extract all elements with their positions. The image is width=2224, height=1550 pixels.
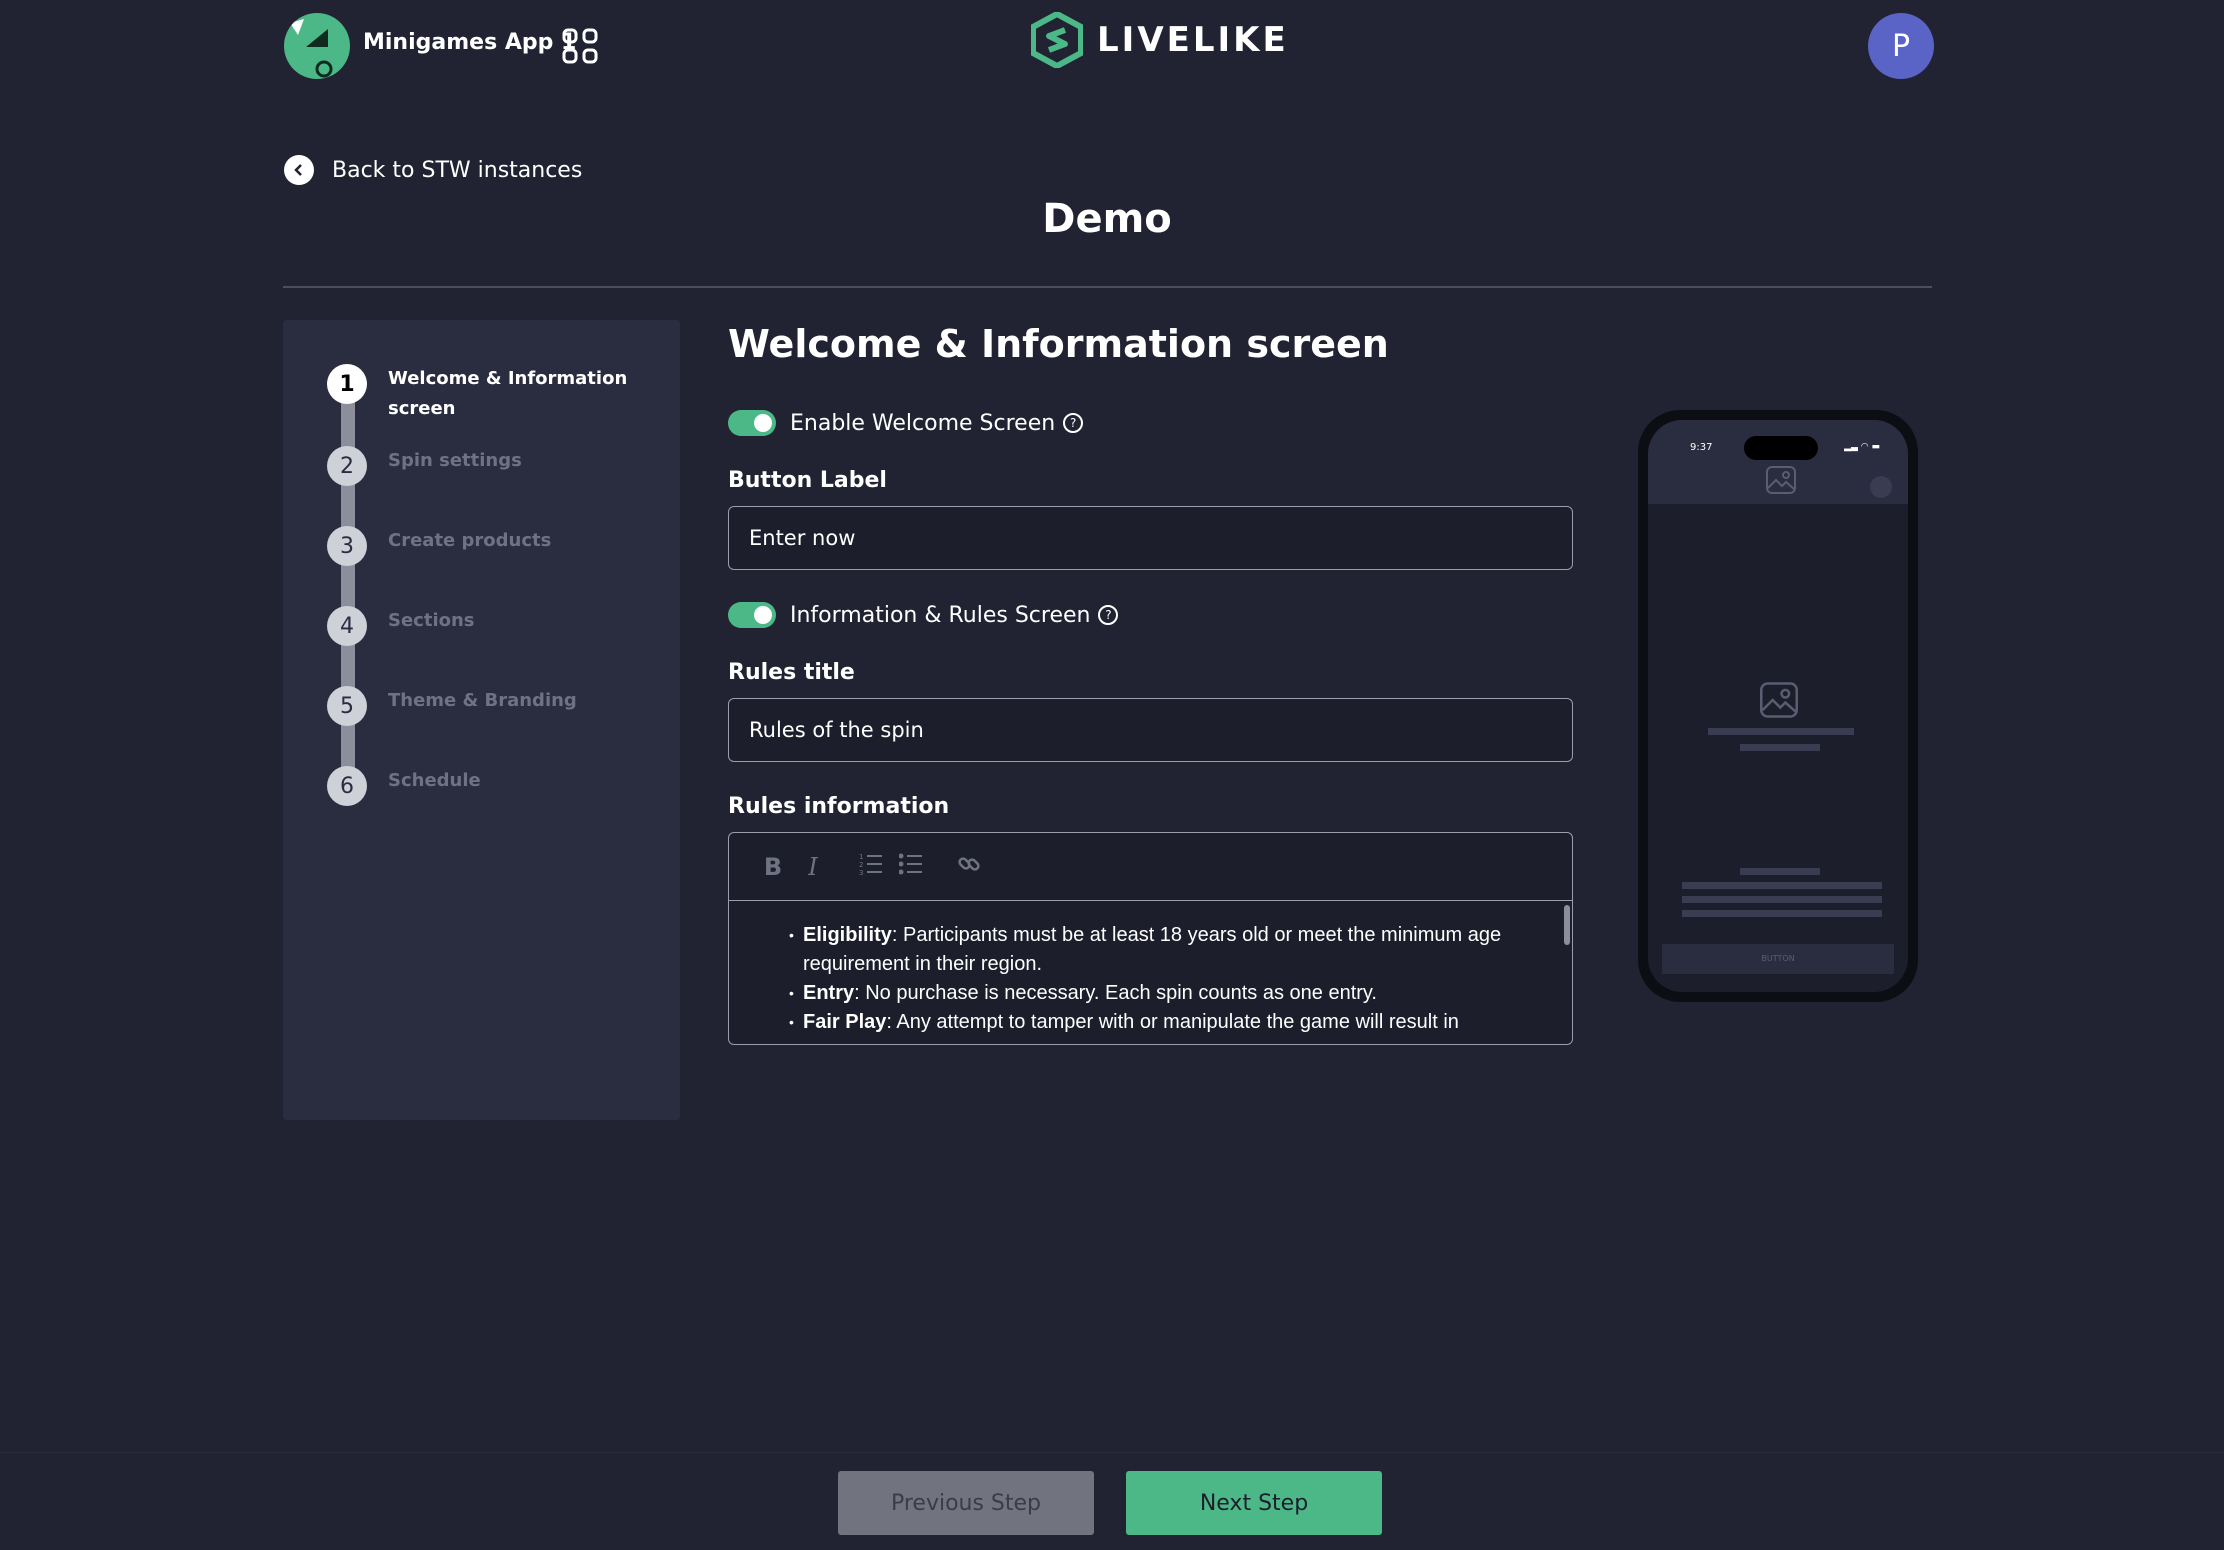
phone-preview-button: BUTTON bbox=[1662, 944, 1894, 974]
phone-preview: 9:37 ▂▃ ◠ ▬ BUTTON bbox=[1638, 410, 1918, 1002]
section-title: Welcome & Information screen bbox=[728, 322, 1389, 366]
info-rules-toggle[interactable] bbox=[728, 602, 776, 628]
step-label: Sections bbox=[388, 610, 475, 631]
rules-information-content: Eligibility: Participants must be at lea… bbox=[729, 901, 1572, 1037]
svg-text:1: 1 bbox=[859, 853, 863, 861]
placeholder-bar bbox=[1682, 882, 1882, 889]
bold-button[interactable]: B bbox=[753, 853, 793, 881]
step-sections[interactable]: 4 Sections bbox=[327, 606, 475, 646]
app-name: Minigames App 1 bbox=[363, 30, 577, 55]
phone-close-dot bbox=[1870, 476, 1892, 498]
step-number: 1 bbox=[327, 364, 367, 404]
game-logo-icon[interactable] bbox=[284, 13, 350, 79]
user-avatar[interactable]: P bbox=[1868, 13, 1934, 79]
step-label: Schedule bbox=[388, 770, 481, 791]
toggle-knob bbox=[754, 414, 772, 432]
previous-step-button[interactable]: Previous Step bbox=[838, 1471, 1094, 1535]
back-to-instances-link[interactable]: Back to STW instances bbox=[284, 155, 582, 185]
italic-button[interactable]: I bbox=[793, 853, 833, 881]
enable-welcome-row: Enable Welcome Screen ? bbox=[728, 410, 1084, 436]
ordered-list-icon[interactable]: 123 bbox=[851, 853, 891, 881]
back-link-label: Back to STW instances bbox=[332, 157, 583, 183]
rule-term: Eligibility bbox=[803, 924, 892, 946]
phone-status-icons: ▂▃ ◠ ▬ bbox=[1844, 442, 1880, 452]
step-number: 2 bbox=[327, 446, 367, 486]
page: Minigames App 1 LIVELIKE P Back to STW i… bbox=[0, 0, 2224, 1550]
enable-welcome-toggle[interactable] bbox=[728, 410, 776, 436]
svg-text:2: 2 bbox=[859, 861, 863, 869]
brand-logo: LIVELIKE bbox=[1031, 12, 1289, 68]
footer-divider bbox=[0, 1452, 2224, 1453]
editor-toolbar: B I 123 bbox=[729, 833, 1572, 901]
step-label: Theme & Branding bbox=[388, 690, 577, 711]
page-title: Demo bbox=[1042, 196, 1172, 242]
rule-text: : No purchase is necessary. Each spin co… bbox=[854, 982, 1377, 1004]
step-label: Welcome & Information screen bbox=[388, 368, 628, 419]
svg-text:3: 3 bbox=[859, 869, 863, 875]
info-rules-row: Information & Rules Screen ? bbox=[728, 602, 1119, 628]
button-label-title: Button Label bbox=[728, 468, 887, 493]
next-step-button[interactable]: Next Step bbox=[1126, 1471, 1382, 1535]
step-label: Create products bbox=[388, 530, 552, 551]
step-spin-settings[interactable]: 2 Spin settings bbox=[327, 446, 522, 486]
rule-item: Eligibility: Participants must be at lea… bbox=[789, 921, 1532, 979]
step-number: 5 bbox=[327, 686, 367, 726]
step-create-products[interactable]: 3 Create products bbox=[327, 526, 551, 566]
bullet-list-icon[interactable] bbox=[891, 853, 931, 881]
step-label: Spin settings bbox=[388, 450, 522, 471]
rule-item: Fair Play: Any attempt to tamper with or… bbox=[789, 1008, 1532, 1037]
phone-notch bbox=[1744, 436, 1818, 460]
brand-name: LIVELIKE bbox=[1097, 20, 1289, 60]
button-label-input[interactable] bbox=[728, 506, 1573, 570]
phone-screen: 9:37 ▂▃ ◠ ▬ BUTTON bbox=[1648, 420, 1908, 992]
help-icon[interactable]: ? bbox=[1063, 413, 1084, 433]
toggle-knob bbox=[754, 606, 772, 624]
image-placeholder-icon bbox=[1760, 682, 1798, 718]
help-icon[interactable]: ? bbox=[1098, 605, 1119, 625]
phone-time: 9:37 bbox=[1690, 442, 1713, 453]
livelike-logo-icon bbox=[1031, 12, 1083, 68]
step-number: 3 bbox=[327, 526, 367, 566]
placeholder-bar bbox=[1708, 728, 1854, 735]
steps-sidebar: 1 Welcome & Information screen 2 Spin se… bbox=[283, 320, 680, 1120]
step-theme-branding[interactable]: 5 Theme & Branding bbox=[327, 686, 577, 726]
step-number: 4 bbox=[327, 606, 367, 646]
rules-information-label: Rules information bbox=[728, 794, 950, 819]
info-rules-label: Information & Rules Screen bbox=[790, 602, 1091, 628]
enable-welcome-label: Enable Welcome Screen bbox=[790, 410, 1056, 436]
link-icon[interactable] bbox=[949, 852, 989, 882]
step-number: 6 bbox=[327, 766, 367, 806]
placeholder-bar bbox=[1740, 868, 1820, 875]
rule-text: : Any attempt to tamper with or manipula… bbox=[886, 1011, 1459, 1033]
placeholder-bar bbox=[1740, 744, 1820, 751]
phone-header: 9:37 ▂▃ ◠ ▬ bbox=[1648, 420, 1908, 504]
step-schedule[interactable]: 6 Schedule bbox=[327, 766, 481, 806]
apps-grid-icon[interactable] bbox=[562, 28, 598, 64]
image-placeholder-icon bbox=[1766, 466, 1796, 494]
placeholder-bar bbox=[1682, 910, 1882, 917]
step-welcome-information[interactable]: 1 Welcome & Information screen bbox=[327, 364, 628, 424]
rule-term: Fair Play bbox=[803, 1011, 887, 1033]
header-divider bbox=[283, 286, 1932, 288]
editor-scrollbar[interactable] bbox=[1564, 905, 1570, 945]
rule-term: Entry bbox=[803, 982, 855, 1004]
rule-item: Entry: No purchase is necessary. Each sp… bbox=[789, 979, 1532, 1008]
placeholder-bar bbox=[1682, 896, 1882, 903]
rule-text: : Participants must be at least 18 years… bbox=[803, 924, 1502, 975]
rules-title-label: Rules title bbox=[728, 660, 855, 685]
rules-information-editor[interactable]: B I 123 Eligibility: Participants must b… bbox=[728, 832, 1573, 1045]
rules-title-input[interactable] bbox=[728, 698, 1573, 762]
chevron-left-icon bbox=[284, 155, 314, 185]
